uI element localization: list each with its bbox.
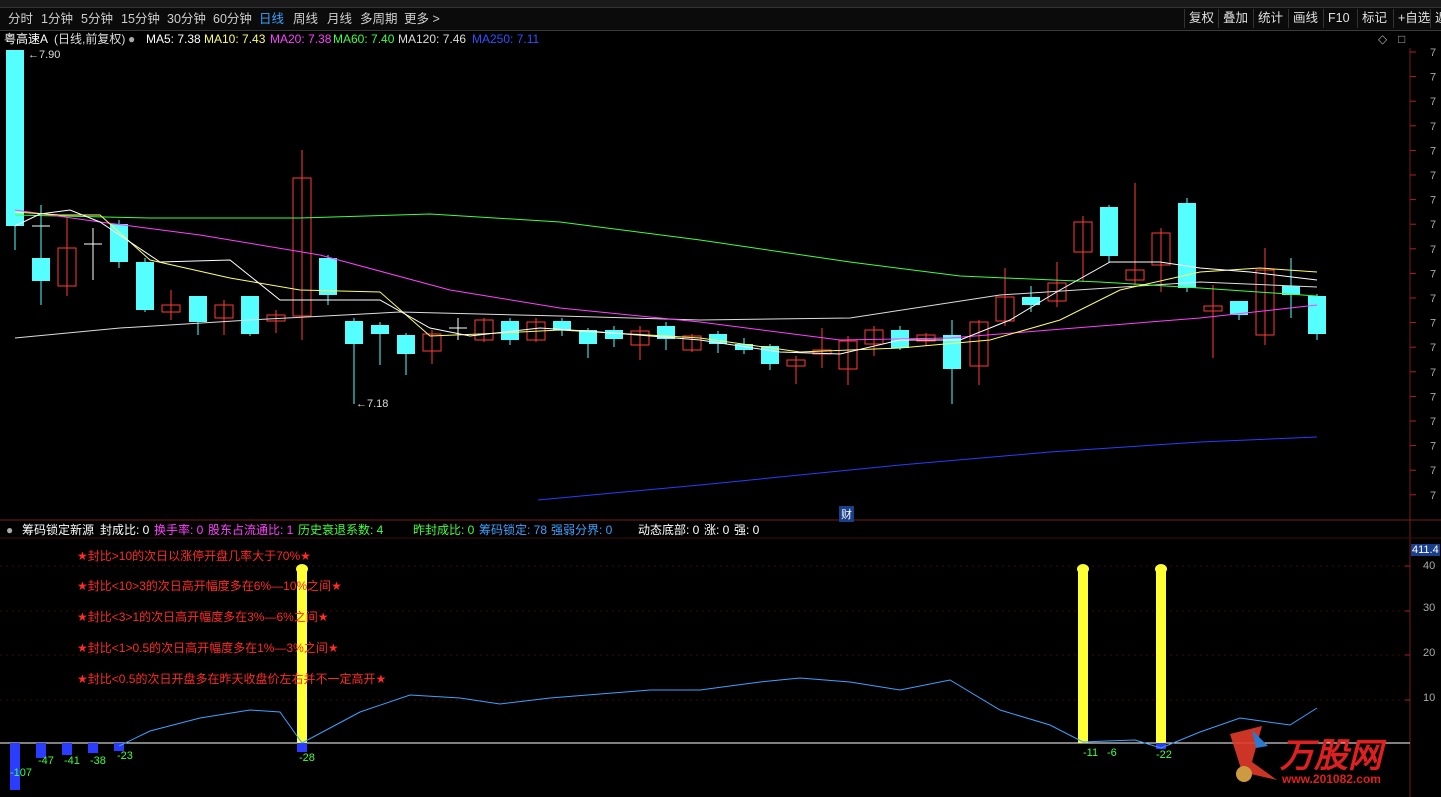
bar-value-label: -22 bbox=[1156, 749, 1172, 761]
watermark-logo: 万股网 www.201082.com bbox=[1222, 722, 1418, 794]
signal-bar-cap bbox=[296, 564, 308, 574]
price-axis-tick-label: 7 bbox=[1430, 145, 1436, 157]
price-axis-tick-label: 7 bbox=[1430, 293, 1436, 305]
rule-note-2: ★封比<10>3的次日高开幅度多在6%—10%之间★ bbox=[77, 579, 342, 593]
ind-item-holder: 股东占流通比: 1 bbox=[208, 523, 294, 537]
indicator-axis-top: 411.4 bbox=[1411, 544, 1440, 556]
indicator-dropdown-icon[interactable]: ● bbox=[6, 522, 13, 539]
low-price-label: ←7.18 bbox=[356, 398, 389, 410]
candle-body bbox=[189, 296, 207, 322]
bar-value-label: -11 bbox=[1083, 747, 1099, 759]
candle-body bbox=[241, 296, 259, 334]
price-axis-tick-label: 7 bbox=[1430, 47, 1436, 59]
negative-bar bbox=[297, 743, 307, 752]
candle-body bbox=[32, 258, 50, 281]
rule-note-5: ★封比<0.5的次日开盘多在昨天收盘价左右并不一定高开★ bbox=[77, 672, 387, 686]
candle-body bbox=[1308, 296, 1326, 334]
bar-value-label: -38 bbox=[90, 755, 106, 767]
rule-note-1: ★封比>10的次日以涨停开盘几率大于70%★ bbox=[77, 549, 311, 563]
candle-body bbox=[136, 262, 154, 310]
signal-bar-cap bbox=[1155, 564, 1167, 574]
bar-value-label: -6 bbox=[1107, 747, 1117, 759]
price-axis-tick-label: 7 bbox=[1430, 391, 1436, 403]
price-axis-tick-label: 7 bbox=[1430, 342, 1436, 354]
indicator-header: ● 筹码锁定新源 封成比: 0 换手率: 0 股东占流通比: 1 历史衰退系数:… bbox=[0, 522, 1441, 539]
watermark-brand: 万股网 bbox=[1280, 737, 1382, 775]
price-axis-tick-label: 7 bbox=[1430, 244, 1436, 256]
candle-body bbox=[6, 50, 24, 226]
bar-value-label: -23 bbox=[117, 750, 133, 762]
price-axis-tick-label: 7 bbox=[1430, 268, 1436, 280]
ma250-line bbox=[537, 436, 1318, 501]
price-axis-tick-label: 7 bbox=[1430, 367, 1436, 379]
bar-value-label: -107 bbox=[10, 767, 33, 779]
price-axis-tick-label: 7 bbox=[1430, 72, 1436, 84]
rule-note-4: ★封比<1>0.5的次日高开幅度多在1%—3%之间★ bbox=[77, 641, 339, 655]
ind-item-prev-fcb: 昨封成比: 0 bbox=[413, 523, 475, 537]
ind-item-fcb: 封成比: 0 bbox=[100, 523, 150, 537]
indicator-axis-20: 20 bbox=[1423, 647, 1436, 659]
indicator-axis-10: 10 bbox=[1423, 692, 1436, 704]
price-axis-tick-label: 7 bbox=[1430, 219, 1436, 231]
signal-bar bbox=[1078, 568, 1088, 743]
bar-value-label: -28 bbox=[299, 752, 315, 764]
bar-value-label: -41 bbox=[64, 755, 80, 767]
price-axis-tick-label: 7 bbox=[1430, 490, 1436, 502]
candle-body bbox=[1100, 207, 1118, 256]
price-axis-tick-label: 7 bbox=[1430, 318, 1436, 330]
price-axis-tick-label: 7 bbox=[1430, 170, 1436, 182]
ma20-line bbox=[14, 209, 1318, 341]
indicator-name: 筹码锁定新源 bbox=[22, 523, 95, 537]
candle-body bbox=[319, 258, 337, 295]
high-price-label: ←7.90 bbox=[28, 49, 61, 61]
candle-body bbox=[371, 325, 389, 334]
price-axis-tick-label: 7 bbox=[1430, 416, 1436, 428]
indicator-axis-30: 30 bbox=[1423, 602, 1436, 614]
ind-item-bottom: 动态底部: 0 bbox=[638, 523, 700, 537]
ind-item-strong: 强: 0 bbox=[734, 523, 760, 537]
signal-bar-cap bbox=[1077, 564, 1089, 574]
candle-body bbox=[110, 224, 128, 262]
ind-item-up: 涨: 0 bbox=[704, 523, 730, 537]
ind-item-turnover: 换手率: 0 bbox=[154, 523, 204, 537]
ind-item-decay: 历史衰退系数: 4 bbox=[298, 523, 384, 537]
price-axis-tick-label: 7 bbox=[1430, 465, 1436, 477]
price-axis-tick-label: 7 bbox=[1430, 121, 1436, 133]
finance-event-badge[interactable]: 财 bbox=[839, 506, 854, 522]
ind-item-lock: 筹码锁定: 78 bbox=[479, 523, 548, 537]
negative-bar bbox=[88, 743, 98, 753]
indicator-axis-40: 40 bbox=[1423, 560, 1436, 572]
price-axis-tick-label: 7 bbox=[1430, 195, 1436, 207]
signal-bar bbox=[1156, 568, 1166, 743]
candle-body bbox=[605, 330, 623, 339]
watermark-url: www.201082.com bbox=[1282, 772, 1381, 786]
bar-value-label: -47 bbox=[38, 755, 54, 767]
rule-note-3: ★封比<3>1的次日高开幅度多在3%—6%之间★ bbox=[77, 610, 329, 624]
price-axis-tick-label: 7 bbox=[1430, 441, 1436, 453]
negative-bar bbox=[62, 743, 72, 755]
bull-logo-icon bbox=[1230, 726, 1277, 782]
candle-body bbox=[345, 321, 363, 344]
price-axis-tick-label: 7 bbox=[1430, 96, 1436, 108]
ma60-line bbox=[14, 213, 1318, 297]
candle-body bbox=[397, 335, 415, 354]
ind-item-boundary: 强弱分界: 0 bbox=[551, 523, 613, 537]
